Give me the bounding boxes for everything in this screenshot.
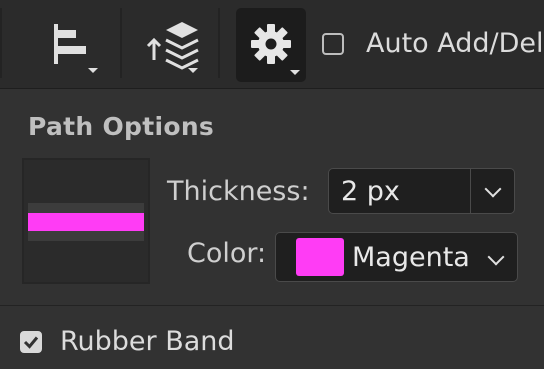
- preview-stroke-line: [28, 213, 144, 231]
- gear-icon: [251, 24, 291, 64]
- chevron-down-icon: [188, 68, 198, 73]
- color-label: Color:: [187, 238, 267, 269]
- toolbar-separator: [218, 8, 220, 78]
- arrange-button[interactable]: [138, 8, 208, 82]
- color-swatch: [296, 238, 344, 276]
- auto-add-delete-checkbox[interactable]: [322, 33, 344, 55]
- rubber-band-checkbox[interactable]: [20, 331, 42, 353]
- chevron-down-icon[interactable]: [484, 180, 502, 198]
- chevron-down-icon: [290, 70, 300, 75]
- color-dropdown[interactable]: Magenta: [275, 232, 518, 282]
- toolbar-separator: [120, 8, 122, 78]
- section-divider: [0, 305, 544, 306]
- auto-add-delete-label: Auto Add/Del: [366, 28, 544, 59]
- chevron-down-icon: [487, 248, 505, 266]
- thickness-value: 2 px: [341, 176, 400, 207]
- color-value: Magenta: [352, 242, 470, 273]
- options-toolbar: Auto Add/Del: [0, 0, 544, 89]
- path-stroke-preview: [22, 158, 150, 284]
- thickness-field[interactable]: 2 px: [328, 168, 515, 214]
- field-divider: [470, 169, 471, 213]
- chevron-down-icon: [88, 68, 98, 73]
- thickness-label: Thickness:: [167, 176, 310, 207]
- path-options-button[interactable]: [236, 8, 306, 82]
- toolbar-separator: [0, 8, 2, 78]
- path-options-title: Path Options: [28, 112, 215, 141]
- arrange-layers-icon: [146, 22, 199, 70]
- rubber-band-label: Rubber Band: [60, 326, 235, 357]
- align-left-icon: [54, 24, 86, 64]
- align-button[interactable]: [42, 8, 112, 82]
- checkmark-icon: [23, 336, 39, 349]
